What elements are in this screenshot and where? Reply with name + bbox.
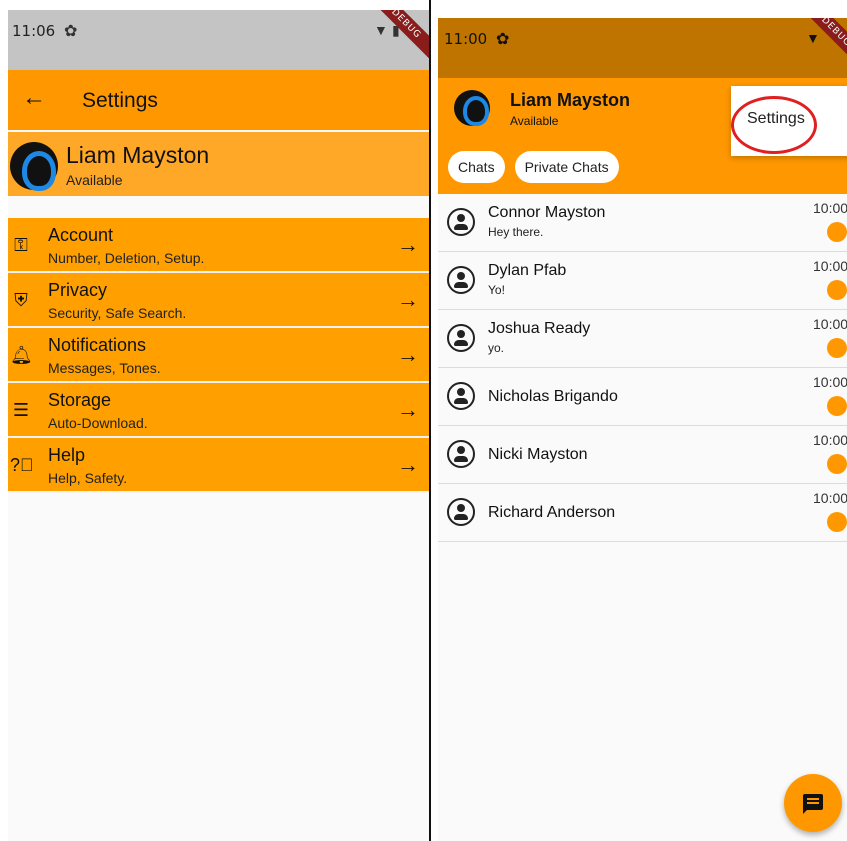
status-time: 11:00 <box>444 30 488 48</box>
chat-icon <box>803 794 823 814</box>
list-item[interactable]: Joshua Ready yo. 10:00 <box>438 310 847 368</box>
unread-dot <box>827 222 847 242</box>
app-bar: ← Settings <box>8 70 429 130</box>
person-icon <box>447 208 475 236</box>
wifi-icon: ▼ <box>374 22 388 38</box>
arrow-right-icon: → <box>397 287 419 312</box>
settings-item-title: Privacy <box>48 280 108 300</box>
arrow-right-icon: → <box>397 342 419 367</box>
chat-time: 10:00 <box>813 374 847 390</box>
red-circle-annotation <box>731 96 817 154</box>
list-item[interactable]: Nicki Mayston 10:00 <box>438 426 847 484</box>
chat-name: Dylan Pfab <box>488 262 567 279</box>
chat-time: 10:00 <box>813 316 847 332</box>
settings-item-storage[interactable]: ☰ Storage Auto-Download. → <box>8 383 429 438</box>
settings-item-title: Notifications <box>48 335 147 355</box>
avatar[interactable] <box>454 90 490 126</box>
chat-name: Nicki Mayston <box>488 446 588 463</box>
bell-icon: 🔔︎ <box>10 345 33 365</box>
chat-name: Nicholas Brigando <box>488 388 618 405</box>
status-bar: 11:06 ✿ ▼ ▮ DEBUG <box>8 10 429 70</box>
storage-icon: ☰ <box>12 400 30 420</box>
arrow-right-icon: → <box>397 232 419 257</box>
profile-name: Liam Mayston <box>510 90 631 110</box>
avatar <box>10 142 58 191</box>
chip-private-chats[interactable]: Private Chats <box>514 151 619 183</box>
chat-list: Connor Mayston Hey there. 10:00 Dylan Pf… <box>438 194 847 542</box>
page-title: Settings <box>82 89 158 112</box>
person-icon <box>447 382 475 410</box>
settings-item-help[interactable]: ?⃝ Help Help, Safety. → <box>8 438 429 493</box>
list-item[interactable]: Connor Mayston Hey there. 10:00 <box>438 194 847 252</box>
settings-screen: 11:06 ✿ ▼ ▮ DEBUG ← Settings Liam Maysto… <box>8 10 429 841</box>
list-item[interactable]: Richard Anderson 10:00 <box>438 484 847 542</box>
chat-name: Connor Mayston <box>488 204 606 221</box>
chat-name: Richard Anderson <box>488 504 616 521</box>
chat-time: 10:00 <box>813 432 847 448</box>
person-icon <box>447 324 475 352</box>
chat-filter-chips: Chats Private Chats <box>448 151 629 183</box>
settings-item-privacy[interactable]: ⛨ Privacy Security, Safe Search. → <box>8 273 429 328</box>
back-arrow-icon[interactable]: ← <box>22 86 46 110</box>
status-bar: 11:00 ✿ ▼ DEBUG <box>438 18 847 78</box>
person-icon <box>447 498 475 526</box>
status-time: 11:06 <box>12 22 56 40</box>
settings-item-subtitle: Number, Deletion, Setup. <box>48 250 205 266</box>
chat-preview: Yo! <box>488 283 505 297</box>
chat-preview: Hey there. <box>488 225 544 239</box>
gear-icon: ✿ <box>64 23 78 40</box>
unread-dot <box>827 454 847 474</box>
settings-item-title: Help <box>48 445 86 465</box>
help-icon: ?⃝ <box>10 455 34 475</box>
profile-status: Available <box>66 172 123 188</box>
gear-icon: ✿ <box>496 31 510 48</box>
list-item[interactable]: Dylan Pfab Yo! 10:00 <box>438 252 847 310</box>
settings-item-subtitle: Security, Safe Search. <box>48 305 187 321</box>
settings-item-notifications[interactable]: 🔔︎ Notifications Messages, Tones. → <box>8 328 429 383</box>
settings-item-account[interactable]: ⚿ Account Number, Deletion, Setup. → <box>8 218 429 273</box>
person-icon <box>447 266 475 294</box>
settings-item-title: Storage <box>48 390 112 410</box>
unread-dot <box>827 280 847 300</box>
unread-dot <box>827 396 847 416</box>
arrow-right-icon: → <box>397 397 419 422</box>
settings-item-title: Account <box>48 225 114 245</box>
person-icon <box>447 440 475 468</box>
shield-icon: ⛨ <box>14 290 28 310</box>
profile-header[interactable]: Liam Mayston Available <box>8 132 429 196</box>
settings-item-subtitle: Messages, Tones. <box>48 360 161 376</box>
chat-time: 10:00 <box>813 490 847 506</box>
settings-item-subtitle: Auto-Download. <box>48 415 148 431</box>
unread-dot <box>827 512 847 532</box>
screen-divider <box>429 0 431 841</box>
key-icon: ⚿ <box>14 235 28 255</box>
wifi-icon: ▼ <box>806 30 820 46</box>
settings-menu: ⚿ Account Number, Deletion, Setup. → ⛨ P… <box>8 218 429 493</box>
chat-name: Joshua Ready <box>488 320 591 337</box>
chat-preview: yo. <box>488 341 505 355</box>
new-chat-fab[interactable] <box>784 774 842 832</box>
chat-time: 10:00 <box>813 258 847 274</box>
settings-item-subtitle: Help, Safety. <box>48 470 128 486</box>
chip-chats[interactable]: Chats <box>448 151 505 183</box>
unread-dot <box>827 338 847 358</box>
profile-status: Available <box>510 114 559 128</box>
chats-screen: 11:00 ✿ ▼ DEBUG Liam Mayston Available C… <box>438 18 847 841</box>
arrow-right-icon: → <box>397 452 419 477</box>
chat-time: 10:00 <box>813 200 847 216</box>
list-item[interactable]: Nicholas Brigando 10:00 <box>438 368 847 426</box>
profile-name: Liam Mayston <box>66 142 210 168</box>
